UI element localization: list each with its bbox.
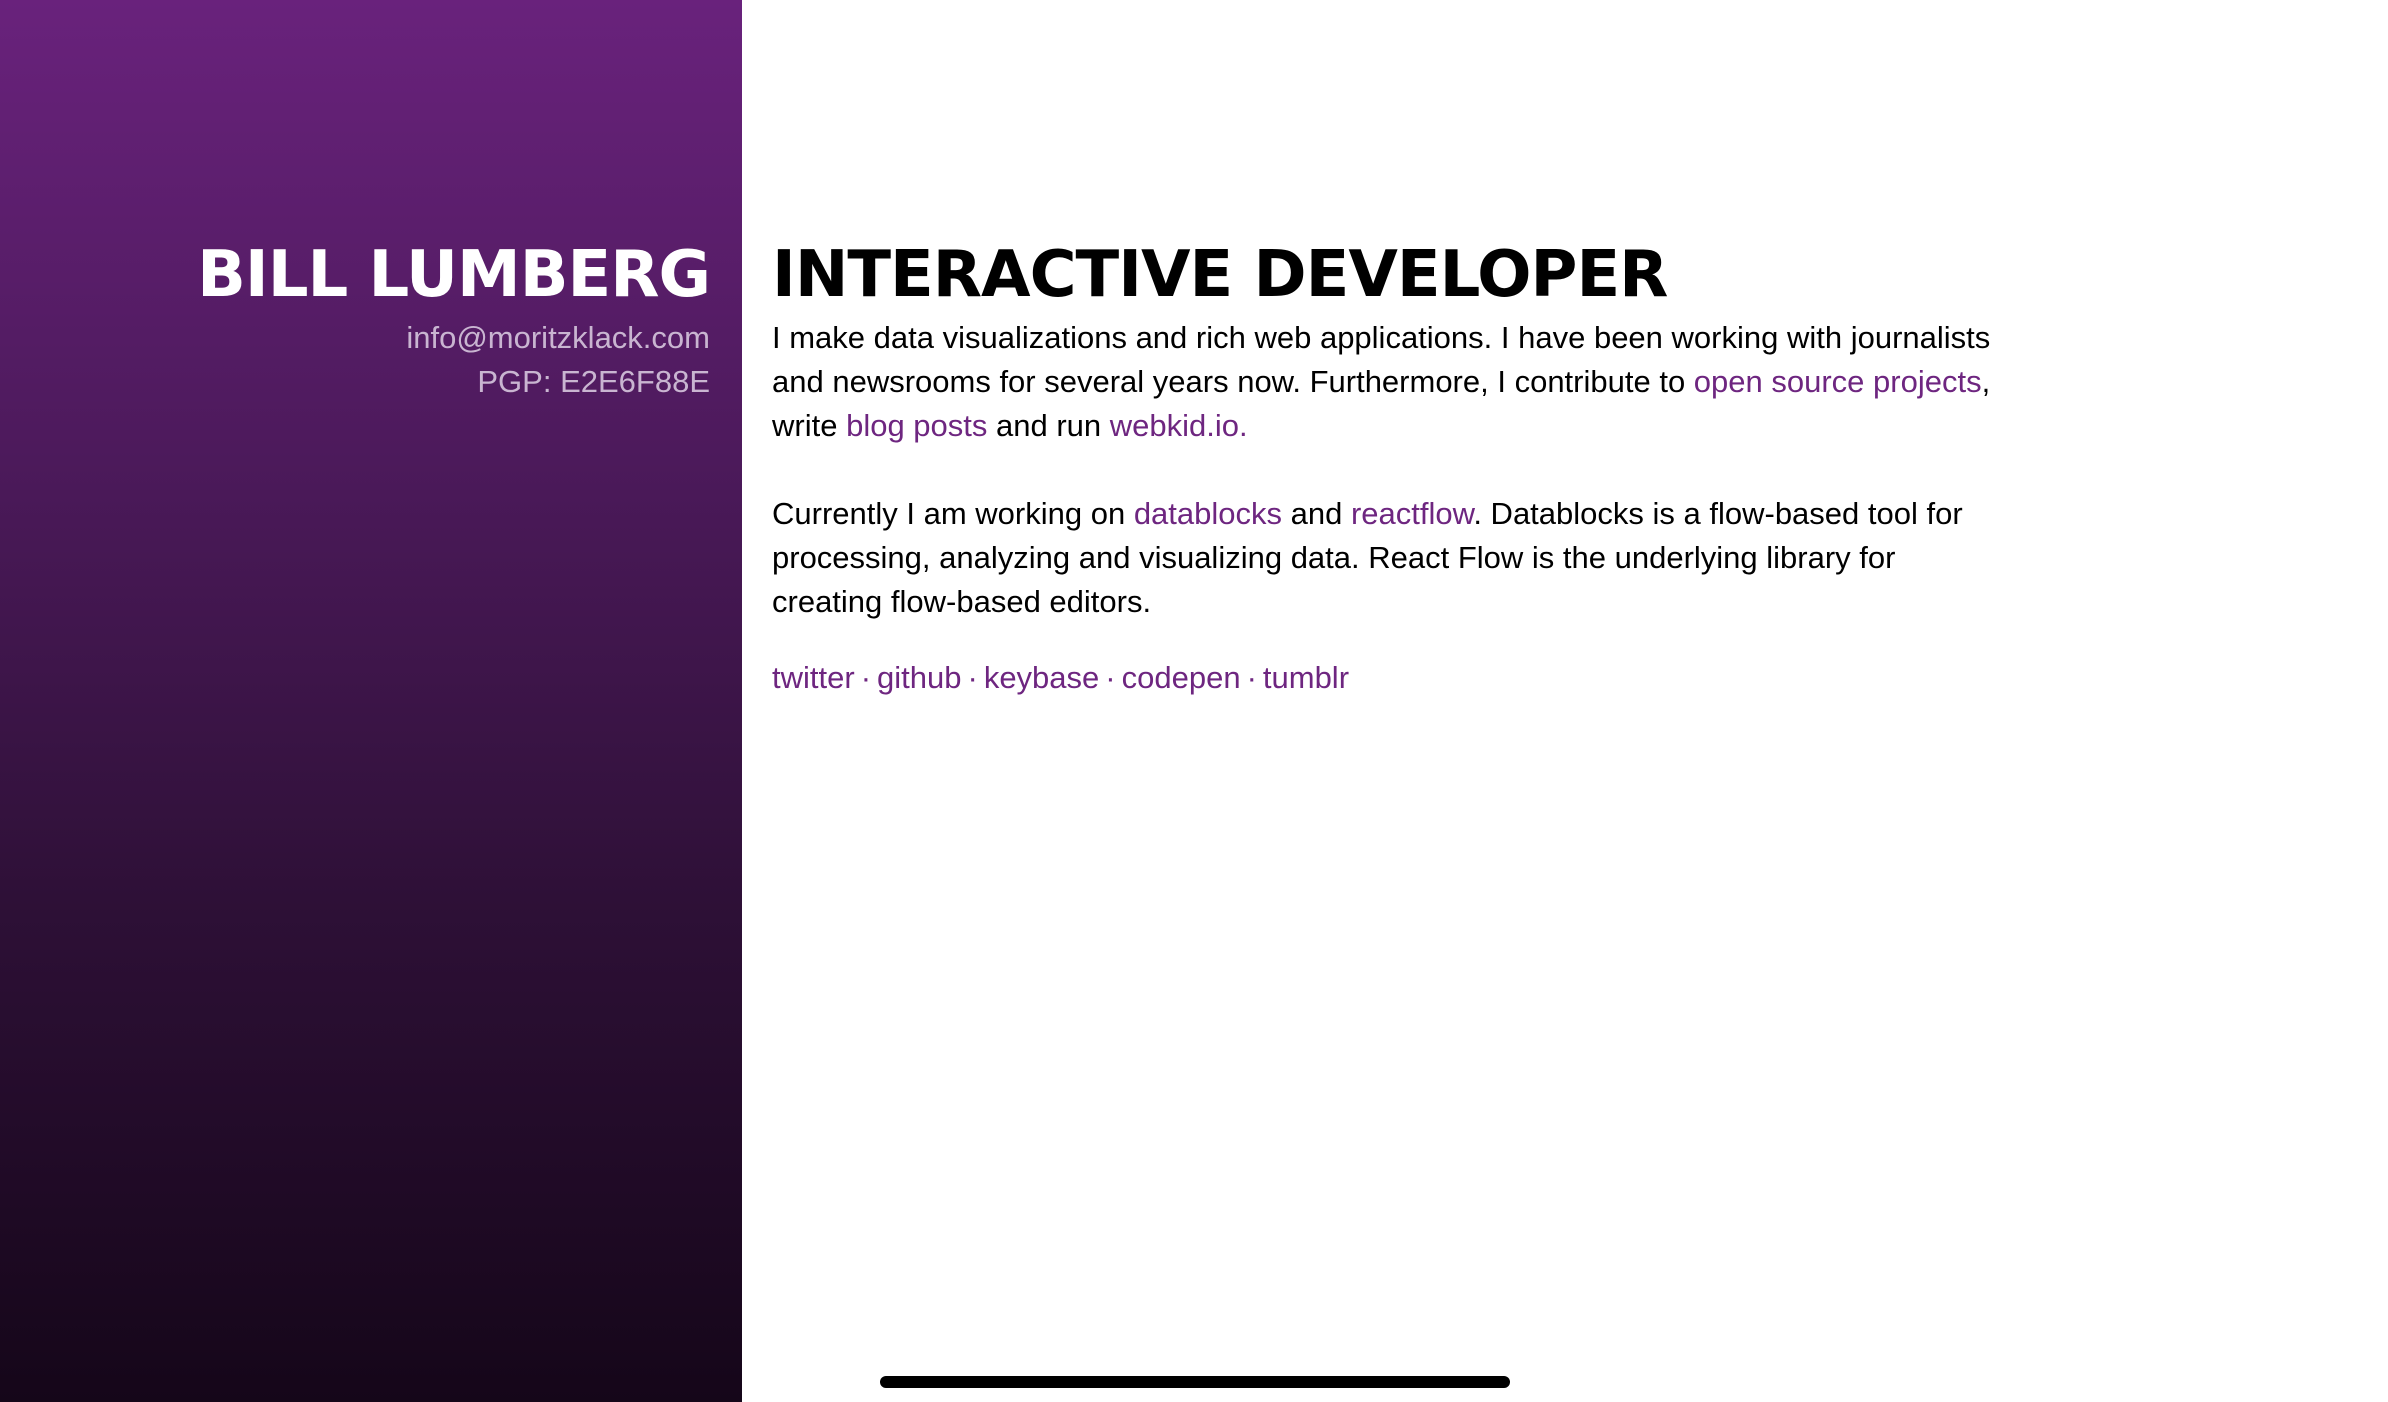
codepen-link[interactable]: codepen: [1122, 660, 1241, 695]
reactflow-link[interactable]: reactflow: [1351, 496, 1473, 531]
current-work-paragraph: Currently I am working on datablocks and…: [772, 492, 2002, 624]
open-source-projects-link[interactable]: open source projects: [1694, 364, 1982, 399]
email-link[interactable]: info@moritzklack.com: [406, 320, 710, 355]
separator: ·: [967, 660, 978, 696]
twitter-link[interactable]: twitter: [772, 660, 855, 695]
current-text-2: and: [1282, 496, 1351, 532]
datablocks-link[interactable]: datablocks: [1134, 496, 1282, 531]
separator: ·: [1105, 660, 1116, 696]
pgp-key: PGP: E2E6F88E: [477, 364, 710, 400]
keybase-link[interactable]: keybase: [984, 660, 1099, 695]
page: BILL LUMBERG info@moritzklack.com PGP: E…: [0, 0, 2388, 1402]
sidebar: BILL LUMBERG info@moritzklack.com PGP: E…: [0, 0, 742, 1402]
home-indicator[interactable]: [880, 1376, 1510, 1388]
social-links: twitter · github · keybase · codepen · tumblr: [772, 656, 2002, 700]
main-content: INTERACTIVE DEVELOPER I make data visual…: [772, 240, 2002, 700]
github-link[interactable]: github: [877, 660, 961, 695]
separator: ·: [860, 660, 872, 696]
blog-posts-link[interactable]: blog posts: [846, 408, 987, 443]
intro-paragraph: I make data visualizations and rich web …: [772, 316, 2002, 448]
intro-text-3: and run: [987, 408, 1110, 444]
contact-info: info@moritzklack.com PGP: E2E6F88E: [197, 316, 710, 404]
current-text-1: Currently I am working on: [772, 496, 1134, 532]
separator: ·: [1246, 660, 1257, 696]
page-title: INTERACTIVE DEVELOPER: [772, 238, 1668, 312]
sidebar-content: BILL LUMBERG info@moritzklack.com PGP: E…: [197, 238, 711, 404]
tumblr-link[interactable]: tumblr: [1263, 660, 1349, 695]
webkid-link[interactable]: webkid.io.: [1110, 408, 1248, 443]
author-name: BILL LUMBERG: [197, 238, 711, 312]
